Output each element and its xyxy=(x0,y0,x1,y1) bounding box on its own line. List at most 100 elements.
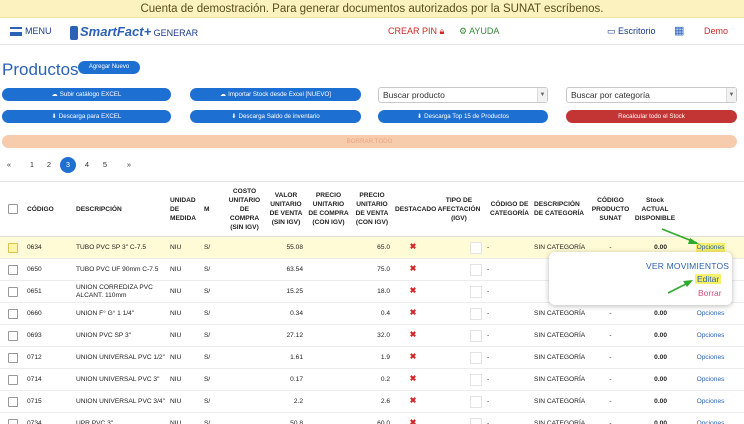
cell-moneda: S/ xyxy=(203,412,224,424)
editar-link[interactable]: Editar xyxy=(695,274,722,284)
row-select-cell[interactable] xyxy=(0,280,26,303)
cell-desc-categoria: SIN CATEGORÍA xyxy=(533,390,588,413)
checkbox[interactable] xyxy=(8,204,18,214)
opciones-label[interactable]: Opciones xyxy=(697,332,725,339)
cell-unidad: NIU xyxy=(169,390,203,413)
page-5[interactable]: 5 xyxy=(97,157,113,173)
cell-precio-compra xyxy=(307,236,350,259)
opciones-label[interactable]: Opciones xyxy=(697,398,725,405)
cell-unidad: NIU xyxy=(169,368,203,391)
afectacion-box xyxy=(470,263,482,276)
opciones-link[interactable]: Opciones xyxy=(677,324,744,347)
cell-codigo-categoria: - xyxy=(486,346,533,369)
page-next[interactable]: » xyxy=(121,157,137,173)
add-new-button[interactable]: Agregar Nuevo xyxy=(78,61,140,74)
header-m: M xyxy=(203,181,224,237)
escritorio-button[interactable]: ▭ Escritorio xyxy=(607,18,656,45)
opciones-label[interactable]: Opciones xyxy=(697,310,725,317)
cell-unidad: NIU xyxy=(169,302,203,325)
cell-tipo-afectacion xyxy=(432,368,486,391)
checkbox[interactable] xyxy=(8,330,18,341)
row-select-cell[interactable] xyxy=(0,412,26,424)
buscar-producto-select[interactable]: Buscar producto ▼ xyxy=(378,87,548,103)
opciones-link[interactable]: Opciones xyxy=(677,390,744,413)
borrar-link[interactable]: Borrar xyxy=(698,288,722,298)
opciones-label[interactable]: Opciones xyxy=(695,242,726,252)
options-popup: VER MOVIMIENTOS Editar Borrar xyxy=(549,252,732,305)
row-select-cell[interactable] xyxy=(0,324,26,347)
importar-stock-button[interactable]: ☁ Importar Stock desde Excel [NUEVO] xyxy=(190,88,361,101)
lock-icon: 🔒︎ xyxy=(439,26,445,36)
header-destacado: DESTACADO xyxy=(394,181,436,237)
cell-moneda: S/ xyxy=(203,236,224,259)
checkbox[interactable] xyxy=(8,264,18,275)
page-2[interactable]: 2 xyxy=(41,157,57,173)
checkbox[interactable] xyxy=(8,374,18,385)
page-3[interactable]: 3 xyxy=(60,157,76,173)
row-select-cell[interactable] xyxy=(0,346,26,369)
recalcular-stock-button[interactable]: Recalcular todo el Stock xyxy=(566,110,737,123)
cell-descripcion: UNION UNIVERSAL PVC 3/4" xyxy=(75,390,169,413)
opciones-label[interactable]: Opciones xyxy=(697,354,725,361)
row-select-cell[interactable] xyxy=(0,236,26,259)
row-select-cell[interactable] xyxy=(0,302,26,325)
ver-movimientos-link[interactable]: VER MOVIMIENTOS xyxy=(646,261,729,271)
checkbox[interactable] xyxy=(8,286,18,297)
borrar-todo-button[interactable]: BORRAR TODO xyxy=(2,135,737,148)
opciones-link[interactable]: Opciones xyxy=(677,346,744,369)
checkbox[interactable] xyxy=(8,308,18,319)
cell-codigo: 0660 xyxy=(26,302,75,325)
page-1[interactable]: 1 xyxy=(24,157,40,173)
ayuda-button[interactable]: ⚙ AYUDA xyxy=(459,18,499,45)
cell-precio-venta: 2.6 xyxy=(350,390,394,413)
x-icon: ✖ xyxy=(409,418,417,424)
afectacion-box xyxy=(470,395,482,408)
opciones-link[interactable]: Opciones xyxy=(677,302,744,325)
crear-pin-button[interactable]: CREAR PIN 🔒︎ xyxy=(388,18,444,45)
row-select-cell[interactable] xyxy=(0,368,26,391)
opciones-link[interactable]: Opciones xyxy=(677,368,744,391)
generar-button[interactable]: + GENERAR xyxy=(144,18,198,45)
menu-label: MENU xyxy=(25,26,52,36)
checkbox[interactable] xyxy=(8,418,18,424)
cell-codigo-sunat: - xyxy=(588,412,633,424)
row-select-cell[interactable] xyxy=(0,390,26,413)
subir-excel-button[interactable]: ☁ Subir catálogo EXCEL xyxy=(2,88,171,101)
checkbox[interactable] xyxy=(8,352,18,363)
subir-excel-label: Subir catálogo EXCEL xyxy=(59,91,122,98)
opciones-label[interactable]: Opciones xyxy=(697,376,725,383)
cell-codigo-sunat: - xyxy=(588,368,633,391)
calculator-icon[interactable]: ▦ xyxy=(674,18,684,45)
cell-descripcion: UNION UNIVERSAL PVC 3" xyxy=(75,368,169,391)
opciones-label[interactable]: Opciones xyxy=(697,420,725,424)
descarga-top-button[interactable]: ⬇ Descarga Top 15 de Productos xyxy=(378,110,548,123)
table-row: 0714 UNION UNIVERSAL PVC 3" NIU S/0.17 0.2 ✖ -… xyxy=(0,368,744,391)
opciones-link[interactable]: Opciones xyxy=(677,412,744,424)
row-select-cell[interactable] xyxy=(0,258,26,281)
x-icon: ✖ xyxy=(409,242,417,251)
escritorio-label: Escritorio xyxy=(618,26,656,36)
cell-destacado: ✖ xyxy=(394,346,432,369)
checkbox[interactable] xyxy=(8,396,18,407)
cell-descripcion: TUBO PVC SP 3" C-7.5 xyxy=(75,236,169,259)
chevron-down-icon: ▼ xyxy=(537,88,547,102)
cell-desc-categoria: SIN CATEGORÍA xyxy=(533,302,588,325)
cell-moneda: S/ xyxy=(203,258,224,281)
checkbox[interactable] xyxy=(8,242,18,253)
cell-stock: 0.00 xyxy=(633,412,677,424)
cell-precio-compra xyxy=(307,258,350,281)
demo-user-link[interactable]: Demo xyxy=(704,18,728,45)
descarga-saldo-label: Descarga Saldo de inventario xyxy=(238,113,320,120)
cell-descripcion: TUBO PVC UF 90mm C-7.5 xyxy=(75,258,169,281)
page-prev[interactable]: « xyxy=(1,157,17,173)
logo[interactable]: SmartFact xyxy=(70,18,144,45)
cell-codigo-categoria: - xyxy=(486,390,533,413)
cell-codigo-sunat: - xyxy=(588,302,633,325)
header-select-all[interactable] xyxy=(0,181,26,237)
buscar-categoria-select[interactable]: Buscar por categoría ▼ xyxy=(566,87,737,103)
cell-destacado: ✖ xyxy=(394,236,432,259)
descarga-saldo-button[interactable]: ⬇ Descarga Saldo de inventario xyxy=(190,110,361,123)
descarga-excel-button[interactable]: ⬇ Descarga para EXCEL xyxy=(2,110,171,123)
page-4[interactable]: 4 xyxy=(79,157,95,173)
menu-button[interactable]: MENU xyxy=(10,18,52,45)
